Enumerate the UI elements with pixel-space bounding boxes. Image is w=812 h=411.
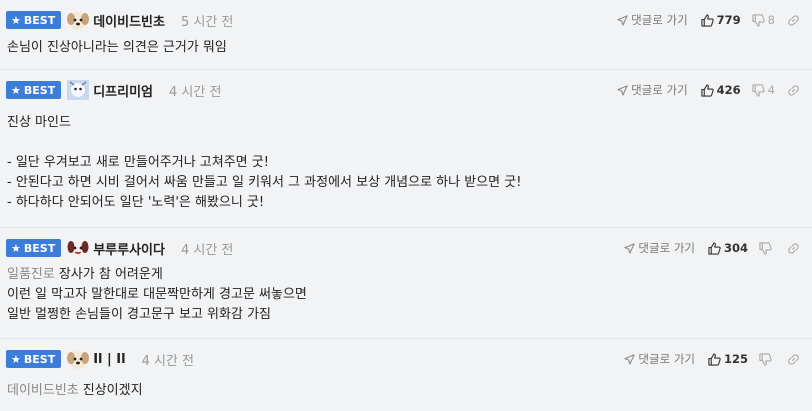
- goto-reply-button[interactable]: 댓글로 가기: [624, 351, 695, 367]
- send-arrow-icon: [624, 353, 636, 365]
- timestamp: 4 시간 전: [169, 84, 222, 100]
- send-arrow-icon: [617, 84, 628, 96]
- link-icon: [788, 242, 799, 254]
- best-label: BEST: [23, 241, 56, 255]
- comment-actions: 댓글로 가기 426 4: [617, 80, 800, 100]
- nickname[interactable]: Il | Il: [93, 352, 125, 367]
- comment-4: ★ BEST Il | Il 4 시간 전 댓글로 가기 125 데이비드빈초 …: [0, 339, 812, 411]
- comment-line: 데이비드빈초 진상이겠지: [7, 381, 143, 401]
- thumbs-down-icon: [752, 83, 765, 97]
- comment-header: ★ BEST 디프리미엄 4 시간 전: [6, 80, 221, 100]
- goto-reply-button[interactable]: 댓글로 가기: [617, 82, 688, 98]
- send-arrow-icon: [624, 242, 636, 254]
- comment-body: 일품진로 장사가 참 어려운게 이런 일 막고자 말한대로 대문짝만하게 경고문 …: [7, 265, 307, 325]
- downvote-count: 4: [767, 83, 775, 97]
- avatar[interactable]: [66, 79, 90, 101]
- best-badge: ★ BEST: [6, 239, 62, 257]
- comment-header: ★ BEST 데이비드빈초 5 시간 전: [6, 10, 233, 30]
- best-label: BEST: [23, 13, 56, 27]
- thumbs-up-icon: [708, 352, 721, 366]
- reply-label: 댓글로 가기: [638, 241, 695, 255]
- comment-body: 데이비드빈초 진상이겠지: [7, 381, 143, 401]
- comment-header: ★ BEST 부루루사이다 4 시간 전: [6, 238, 233, 258]
- thumbs-up-icon: [701, 83, 714, 97]
- goto-reply-button[interactable]: 댓글로 가기: [624, 240, 695, 256]
- best-badge: ★ BEST: [6, 81, 62, 99]
- reply-label: 댓글로 가기: [631, 13, 688, 27]
- upvote-count: 125: [723, 352, 748, 366]
- upvote-button[interactable]: 304: [708, 241, 748, 255]
- nickname[interactable]: 디프리미엄: [93, 81, 153, 100]
- timestamp: 4 시간 전: [141, 353, 195, 369]
- star-icon: ★: [11, 352, 21, 366]
- best-label: BEST: [23, 83, 56, 97]
- thumbs-down-icon: [759, 241, 772, 255]
- thumbs-up-icon: [701, 13, 714, 27]
- thumbs-down-icon: [752, 13, 765, 27]
- comment-line: - 일단 우겨보고 새로 만들어주거나 고쳐주면 굿!: [7, 155, 269, 170]
- link-button[interactable]: [787, 84, 800, 97]
- reply-target-user[interactable]: 데이비드빈초: [7, 383, 79, 398]
- comment-line: - 하다하다 안되어도 일단 '노력'은 해봤으니 굿!: [7, 195, 265, 210]
- link-icon: [788, 84, 799, 96]
- upvote-count: 779: [716, 13, 741, 27]
- upvote-button[interactable]: 125: [708, 352, 748, 366]
- comment-actions: 댓글로 가기 779 8: [617, 10, 800, 30]
- reply-target-user[interactable]: 일품진로: [7, 267, 55, 282]
- thumbs-up-icon: [708, 241, 721, 255]
- avatar[interactable]: [66, 348, 90, 370]
- best-badge: ★ BEST: [6, 350, 62, 368]
- star-icon: ★: [11, 241, 21, 255]
- star-icon: ★: [11, 83, 21, 97]
- reply-label: 댓글로 가기: [638, 352, 695, 366]
- downvote-button[interactable]: 4: [752, 83, 775, 97]
- star-icon: ★: [11, 13, 21, 27]
- nickname[interactable]: 데이비드빈초: [93, 11, 165, 30]
- upvote-count: 426: [716, 83, 741, 97]
- thumbs-down-icon: [759, 352, 772, 366]
- link-icon: [788, 353, 799, 365]
- comment-1: ★ BEST 데이비드빈초 5 시간 전 댓글로 가기 779 8 손님이 진상…: [0, 0, 812, 70]
- downvote-button[interactable]: 8: [752, 13, 775, 27]
- downvote-count: 8: [767, 13, 775, 27]
- link-button[interactable]: [787, 14, 800, 27]
- send-arrow-icon: [617, 14, 628, 26]
- upvote-button[interactable]: 426: [701, 83, 741, 97]
- comment-actions: 댓글로 가기 125: [624, 349, 800, 369]
- comment-actions: 댓글로 가기 304: [624, 238, 800, 258]
- link-button[interactable]: [787, 353, 800, 366]
- upvote-count: 304: [723, 241, 748, 255]
- upvote-button[interactable]: 779: [701, 13, 741, 27]
- best-badge: ★ BEST: [6, 11, 62, 29]
- timestamp: 4 시간 전: [180, 242, 234, 258]
- comment-3: ★ BEST 부루루사이다 4 시간 전 댓글로 가기 304 일품진로 장사가…: [0, 228, 812, 339]
- timestamp: 5 시간 전: [180, 14, 234, 30]
- link-button[interactable]: [787, 242, 800, 255]
- comment-line: 손님이 진상아니라는 의견은 근거가 뭐임: [7, 40, 227, 55]
- comment-text: 진상이겠지: [82, 383, 143, 398]
- comment-header: ★ BEST Il | Il 4 시간 전: [6, 349, 194, 369]
- comment-2: ★ BEST 디프리미엄 4 시간 전 댓글로 가기 426 4 진상 마인드 …: [0, 70, 812, 228]
- goto-reply-button[interactable]: 댓글로 가기: [617, 12, 688, 28]
- comment-line: 이런 일 막고자 말한대로 대문짝만하게 경고문 써놓으면: [7, 287, 307, 302]
- reply-label: 댓글로 가기: [631, 83, 688, 97]
- best-label: BEST: [23, 352, 56, 366]
- avatar[interactable]: [66, 237, 90, 259]
- comment-body: 진상 마인드 - 일단 우겨보고 새로 만들어주거나 고쳐주면 굿! - 안된다…: [7, 113, 521, 213]
- comment-line: - 안된다고 하면 시비 걸어서 싸움 만들고 일 키워서 그 과정에서 보상 …: [7, 175, 522, 190]
- downvote-button[interactable]: [759, 352, 775, 366]
- nickname[interactable]: 부루루사이다: [93, 239, 165, 258]
- comment-line: 일반 멀쩡한 손님들이 경고문구 보고 위화감 가짐: [7, 307, 271, 322]
- comment-line: 일품진로 장사가 참 어려운게: [7, 265, 307, 285]
- comment-text: 장사가 참 어려운게: [58, 267, 163, 282]
- comment-line: 진상 마인드: [7, 115, 71, 130]
- downvote-button[interactable]: [759, 241, 775, 255]
- comment-line-blank: [7, 133, 521, 153]
- comment-body: 손님이 진상아니라는 의견은 근거가 뭐임: [7, 38, 227, 58]
- link-icon: [788, 14, 799, 26]
- avatar[interactable]: [66, 9, 90, 31]
